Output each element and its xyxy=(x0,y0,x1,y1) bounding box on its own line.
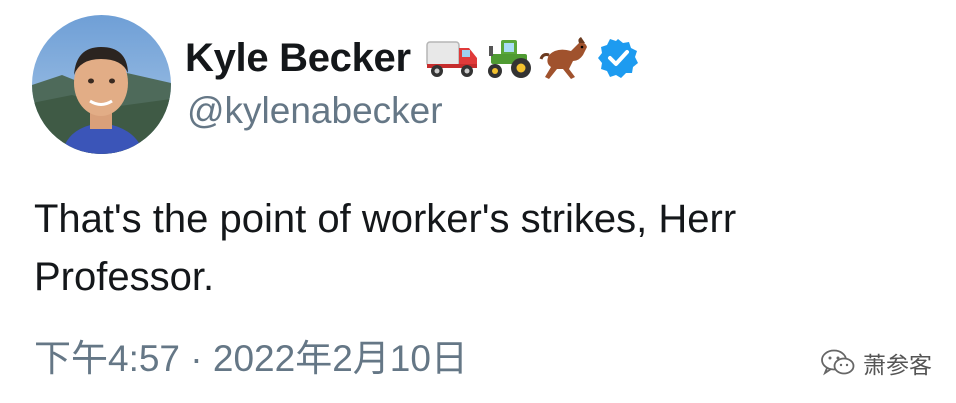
display-name[interactable]: Kyle Becker xyxy=(185,36,411,81)
horse-emoji xyxy=(539,37,587,79)
verified-badge-icon xyxy=(597,39,638,78)
watermark-label: 萧参客 xyxy=(863,352,932,378)
tweet-text: That's the point of worker's strikes, He… xyxy=(34,197,737,299)
tractor-emoji xyxy=(487,40,531,78)
wechat-icon xyxy=(821,349,855,376)
author-name-row: Kyle Becker xyxy=(185,30,639,86)
truck-emoji xyxy=(426,41,477,77)
avatar[interactable] xyxy=(32,15,171,154)
name-emojis xyxy=(425,35,639,81)
tweet-timestamp[interactable]: 下午4:57 · 2022年2月10日 xyxy=(34,328,468,382)
watermark: 萧参客 xyxy=(821,346,932,380)
author-handle[interactable]: @kylenabecker xyxy=(187,90,443,132)
